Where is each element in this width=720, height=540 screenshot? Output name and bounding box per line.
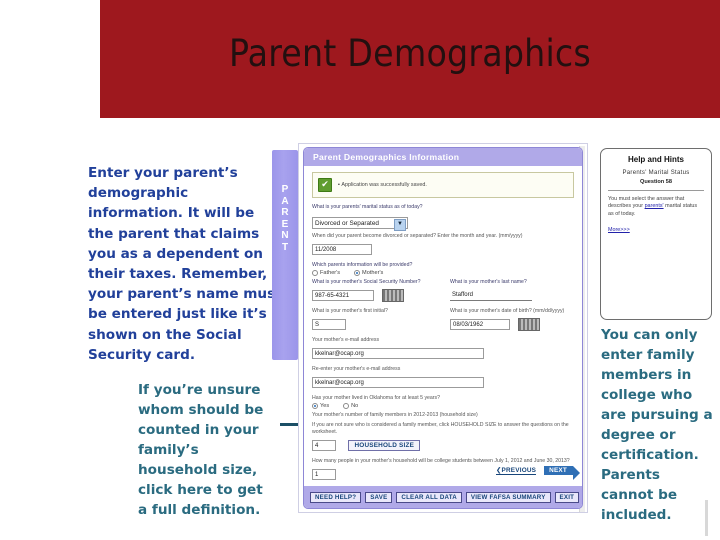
label-dob: What is your mother's date of birth? (mm…	[450, 308, 565, 314]
page-title: Parent Demographics	[229, 32, 591, 75]
help-panel-body: You must select the answer that describe…	[608, 196, 698, 217]
left-instruction-text: Enter your parent’s demographic informat…	[88, 165, 282, 363]
radio-residency-yes[interactable]: Yes	[312, 403, 329, 409]
separation-date-input[interactable]: 11/2008	[312, 244, 372, 256]
radio-selected-icon[interactable]	[312, 403, 318, 409]
last-name-input[interactable]: Stafford	[450, 290, 532, 302]
label-residency: Has your mother lived in Oklahoma for at…	[312, 395, 441, 401]
radio-icon[interactable]	[343, 403, 350, 409]
calendar-icon[interactable]	[518, 318, 541, 332]
email-confirm-input[interactable]: kkelnar@ocap.org	[312, 377, 484, 389]
view-fafsa-summary-button[interactable]: VIEW FAFSA SUMMARY	[465, 491, 551, 503]
dob-input[interactable]: 08/03/1962	[450, 319, 510, 331]
residency-radio-group[interactable]: Yes No	[312, 403, 574, 409]
email-input[interactable]: kkelnar@ocap.org	[312, 348, 484, 360]
first-initial-input[interactable]: S	[312, 319, 346, 331]
label-email-confirm: Re-enter your mother's e-mail address	[312, 366, 401, 372]
label-ssn: What is your mother's Social Security Nu…	[312, 279, 421, 285]
label-household-size: Your mother's number of family members i…	[312, 412, 478, 418]
label-email: Your mother's e-mail address	[312, 337, 380, 343]
help-panel-question: Question 58	[639, 179, 673, 185]
parent-vertical-tab-label: PARENT	[281, 184, 289, 253]
radio-icon[interactable]	[312, 270, 318, 276]
hint-household-size: If you are not sure who is considered a …	[312, 422, 569, 435]
marital-status-select[interactable]: Divorced or Separated ▼	[312, 217, 408, 231]
previous-button[interactable]: PREVIOUS	[495, 466, 537, 475]
embedded-app-screenshot: Parent Demographics Information ✔ ▪ Appl…	[298, 143, 588, 513]
help-panel-divider	[608, 190, 704, 191]
form-navigation: PREVIOUS NEXT	[495, 466, 580, 480]
app-window: Parent Demographics Information ✔ ▪ Appl…	[303, 147, 583, 509]
ssn-input[interactable]: 987-65-4321	[312, 290, 374, 302]
label-first-initial: What is your mother's first initial?	[312, 308, 388, 314]
help-parents-link[interactable]: parents'	[645, 203, 664, 209]
label-separation-date: When did your parent become divorced or …	[312, 233, 523, 239]
success-banner: ✔ ▪ Application was successfully saved.	[312, 172, 574, 198]
ssn-mask-icon[interactable]	[382, 289, 405, 303]
radio-residency-no[interactable]: No	[343, 403, 358, 409]
chevron-down-icon[interactable]: ▼	[394, 219, 406, 231]
save-button[interactable]: SAVE	[365, 491, 393, 503]
need-help-button[interactable]: NEED HELP?	[310, 491, 362, 503]
app-form-body: ✔ ▪ Application was successfully saved. …	[304, 166, 582, 481]
app-footer-toolbar: NEED HELP? SAVE CLEAR ALL DATA VIEW FAFS…	[304, 486, 582, 508]
label-college-count: How many people in your mother's househo…	[312, 458, 570, 464]
app-titlebar: Parent Demographics Information	[304, 148, 582, 166]
success-message: ▪ Application was successfully saved.	[338, 182, 427, 188]
label-last-name: What is your mother's last name?	[450, 279, 527, 285]
household-size-button[interactable]: HOUSEHOLD SIZE	[348, 440, 421, 452]
household-size-input[interactable]: 4	[312, 440, 336, 452]
marital-status-value: Divorced or Separated	[315, 220, 379, 227]
college-count-input[interactable]: 1	[312, 469, 336, 481]
help-panel-subtitle: Parents' Marital Status	[622, 170, 690, 176]
radio-selected-icon[interactable]	[354, 270, 361, 276]
right-edge-marker	[705, 500, 708, 536]
app-window-title: Parent Demographics Information	[313, 152, 460, 162]
clear-all-data-button[interactable]: CLEAR ALL DATA	[396, 491, 462, 503]
next-button[interactable]: NEXT	[544, 466, 580, 480]
help-panel-title: Help and Hints	[627, 155, 684, 164]
check-icon: ✔	[318, 178, 332, 192]
help-more-link[interactable]: More>>>	[608, 227, 630, 233]
parent-vertical-tab: PARENT	[272, 150, 298, 360]
exit-button[interactable]: EXIT	[554, 491, 580, 503]
label-marital-status: What is your parents' marital status as …	[312, 204, 423, 210]
label-which-parent: Which parents information will be provid…	[312, 262, 413, 268]
help-and-hints-panel: Help and Hints Parents' Marital Status Q…	[600, 148, 712, 320]
college-members-callout: You can only enter family members in col…	[601, 327, 713, 523]
household-size-callout: If you’re unsure whom should be counted …	[138, 382, 264, 518]
